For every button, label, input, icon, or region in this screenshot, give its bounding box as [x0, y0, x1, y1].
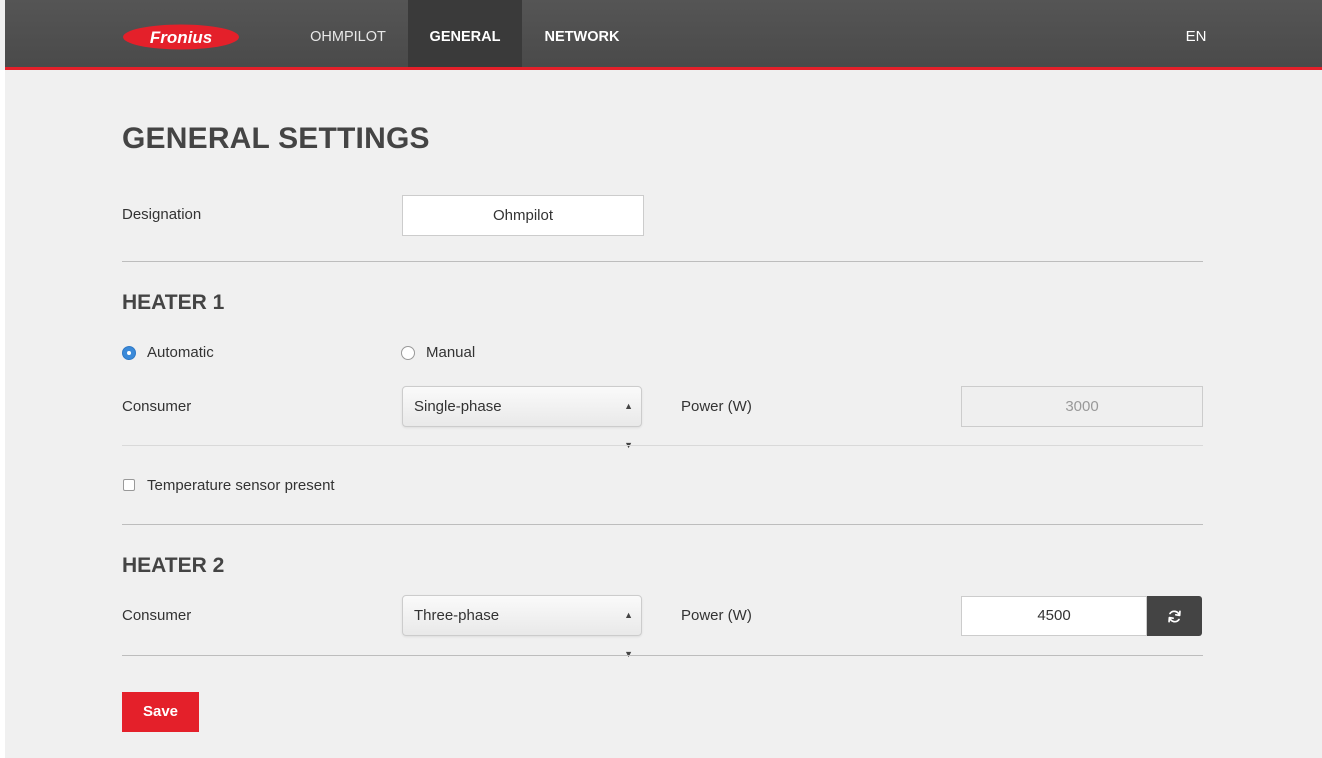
designation-input[interactable]: Ohmpilot	[402, 195, 644, 236]
divider	[122, 445, 1203, 446]
temp-sensor-label: Temperature sensor present	[147, 477, 335, 494]
heater2-power-input[interactable]: 4500	[961, 596, 1147, 636]
refresh-button[interactable]	[1147, 596, 1202, 636]
heater2-consumer-select[interactable]: Three-phase ▲ ▼	[402, 595, 642, 659]
automatic-label: Automatic	[147, 344, 214, 361]
heater2-title: HEATER 2	[122, 554, 225, 577]
language-selector[interactable]: EN	[1171, 0, 1221, 67]
heater2-power-label: Power (W)	[681, 607, 752, 624]
divider	[122, 261, 1203, 262]
top-navigation-bar: Fronius OHMPILOT GENERAL NETWORK EN	[5, 0, 1322, 70]
select-caret-icon: ▲ ▼	[624, 401, 633, 450]
divider	[122, 524, 1203, 525]
heater1-power-input: 3000	[961, 386, 1203, 427]
fronius-logo[interactable]: Fronius	[123, 24, 240, 50]
fronius-logo-text: Fronius	[150, 28, 212, 47]
manual-label: Manual	[426, 344, 476, 361]
heater1-power-label: Power (W)	[681, 398, 752, 415]
heater1-title: HEATER 1	[122, 291, 225, 314]
manual-radio[interactable]	[401, 346, 415, 360]
left-edge	[0, 70, 5, 758]
page-title: GENERAL SETTINGS	[122, 122, 430, 155]
heater2-consumer-value: Three-phase	[414, 607, 500, 624]
temp-sensor-checkbox[interactable]	[123, 479, 135, 491]
designation-label: Designation	[122, 206, 202, 223]
tab-general[interactable]: GENERAL	[408, 0, 522, 67]
heater1-consumer-value: Single-phase	[414, 398, 502, 415]
select-caret-icon: ▲ ▼	[624, 610, 633, 659]
save-button[interactable]: Save	[122, 692, 199, 732]
refresh-icon	[1168, 610, 1181, 623]
automatic-radio[interactable]	[122, 346, 136, 360]
tab-network[interactable]: NETWORK	[522, 0, 642, 67]
divider	[122, 655, 1203, 656]
tab-ohmpilot[interactable]: OHMPILOT	[289, 0, 407, 67]
heater2-consumer-label: Consumer	[122, 607, 192, 624]
heater1-consumer-select[interactable]: Single-phase ▲ ▼	[402, 386, 642, 450]
heater1-consumer-label: Consumer	[122, 398, 192, 415]
